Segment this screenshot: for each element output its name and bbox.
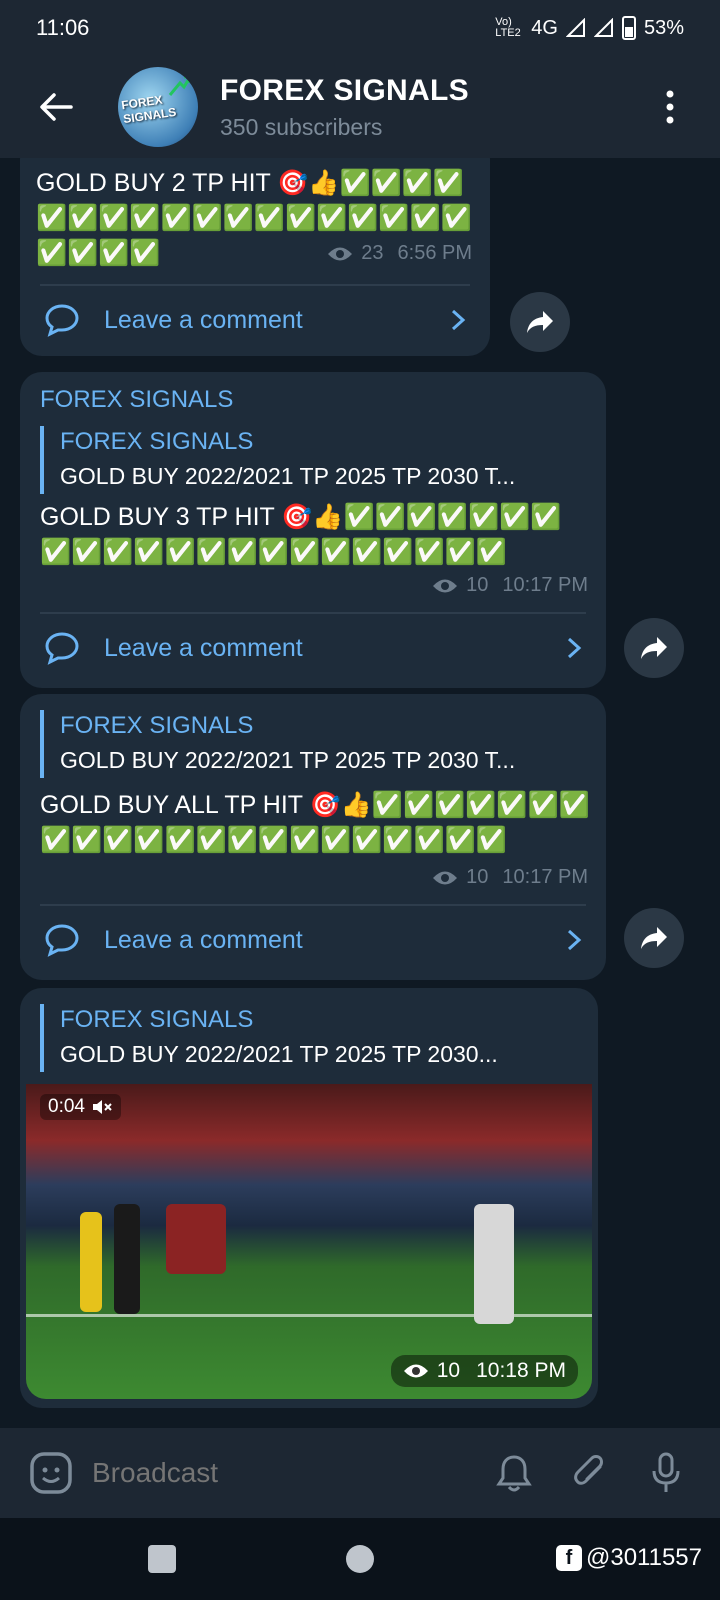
subscriber-count: 350 subscribers [220,113,383,140]
status-bar: 11:06 Vo) LTE2 4G 53% [0,0,720,56]
video-thumbnail[interactable]: 0:04 10 10:18 PM [26,1084,592,1399]
message-text: GOLD BUY 3 TP HIT 🎯👍✅✅✅✅✅✅✅✅✅✅✅✅✅✅✅✅✅✅✅✅… [40,503,562,566]
header-info[interactable]: FOREX SIGNALS 350 subscribers [220,74,650,141]
system-nav-bar: f @3011557 [0,1518,720,1600]
battery-percent: 53% [643,16,684,39]
input-bar [0,1428,720,1518]
trend-arrow-icon [168,75,192,96]
message-time: 10:18 PM [476,1359,566,1382]
message-text: GOLD BUY ALL TP HIT 🎯👍✅✅✅✅✅✅✅✅✅✅✅✅✅✅✅✅✅✅… [40,791,590,854]
share-button[interactable] [624,618,684,678]
battery-icon [621,16,636,40]
views-icon [328,247,353,260]
share-button[interactable] [510,292,570,352]
more-vertical-icon [666,90,674,124]
microphone-icon [652,1452,680,1492]
view-count: 23 [361,242,384,264]
signal-icon [565,18,585,37]
reply-author: FOREX SIGNALS [60,712,254,739]
reply-preview[interactable]: FOREX SIGNALS GOLD BUY 2022/2021 TP 2025… [40,710,586,778]
view-count: 10 [436,1359,461,1382]
voice-button[interactable] [644,1451,688,1495]
broadcast-input[interactable] [92,1457,492,1489]
forward-icon [641,637,667,659]
divider [40,612,586,614]
network-type: 4G [531,16,558,39]
divider [40,904,586,906]
message-time: 10:17 PM [502,866,588,888]
bell-icon [496,1455,532,1492]
video-meta: 10 10:18 PM [390,1355,578,1387]
views-icon [433,579,458,592]
back-arrow-icon [40,93,73,121]
channel-header: FOREX SIGNALS FOREX SIGNALS 350 subscrib… [0,56,720,158]
reply-preview[interactable]: FOREX SIGNALS GOLD BUY 2022/2021 TP 2025… [40,426,586,494]
reply-author: FOREX SIGNALS [60,428,254,455]
comment-icon [45,924,79,957]
attach-button[interactable] [568,1451,612,1495]
video-duration: 0:04 [40,1094,121,1120]
message-time: 10:17 PM [502,574,588,596]
forward-icon [527,311,553,333]
message-meta: 10 10:17 PM [432,866,588,889]
chevron-right-icon [451,309,466,331]
comment-label: Leave a comment [104,925,303,954]
figure-manager [474,1204,514,1324]
back-button[interactable] [30,81,82,133]
comment-label: Leave a comment [104,633,303,662]
reply-author: FOREX SIGNALS [60,1006,254,1033]
more-options-button[interactable] [650,81,690,133]
leave-comment-button[interactable]: Leave a comment [44,290,466,350]
figure-referee [80,1212,102,1312]
notification-button[interactable] [492,1451,536,1495]
comment-label: Leave a comment [104,305,303,334]
view-count: 10 [466,866,489,888]
message-author: FOREX SIGNALS [40,386,234,413]
views-icon [403,1364,428,1378]
forward-icon [641,927,667,949]
status-indicators: Vo) LTE2 4G 53% [495,16,684,40]
message-meta: 23 6:56 PM [327,242,472,265]
channel-title: FOREX SIGNALS [220,73,469,107]
message-time: 6:56 PM [397,242,472,264]
figure-coach [114,1204,140,1314]
message-bubble[interactable]: FOREX SIGNALS GOLD BUY 2022/2021 TP 2025… [20,694,606,980]
watermark: f @3011557 [555,1544,702,1572]
share-button[interactable] [624,908,684,968]
chevron-right-icon [567,929,582,951]
figure-players [166,1204,226,1274]
views-icon [433,871,458,884]
leave-comment-button[interactable]: Leave a comment [44,910,582,970]
signal-icon-2 [593,18,613,37]
comment-icon [45,632,79,665]
message-bubble[interactable]: FOREX SIGNALS FOREX SIGNALS GOLD BUY 202… [20,372,606,688]
message-bubble[interactable]: GOLD BUY 2 TP HIT 🎯👍✅✅✅✅✅✅✅✅✅✅✅✅✅✅✅✅✅✅✅✅… [20,158,490,356]
view-count: 10 [466,574,489,596]
recents-button[interactable] [148,1545,176,1573]
paperclip-icon [574,1455,603,1485]
home-button[interactable] [346,1545,374,1573]
reply-text: GOLD BUY 2022/2021 TP 2025 TP 2030... [60,1041,498,1067]
comment-icon [45,304,79,337]
muted-icon [92,1100,112,1114]
reply-text: GOLD BUY 2022/2021 TP 2025 TP 2030 T... [60,747,516,773]
status-time: 11:06 [36,15,90,40]
duration-text: 0:04 [48,1096,85,1117]
divider [40,284,470,286]
reply-text: GOLD BUY 2022/2021 TP 2025 TP 2030 T... [60,463,516,489]
reply-preview[interactable]: FOREX SIGNALS GOLD BUY 2022/2021 TP 2025… [40,1004,578,1072]
sticker-icon[interactable] [28,1450,74,1496]
facebook-icon: f [555,1545,582,1571]
leave-comment-button[interactable]: Leave a comment [44,618,582,678]
message-meta: 10 10:17 PM [432,574,588,597]
chevron-right-icon [567,637,582,659]
volte-indicator: Vo) LTE2 [495,16,521,39]
watermark-text: @3011557 [585,1544,702,1571]
channel-avatar[interactable]: FOREX SIGNALS [118,67,198,147]
